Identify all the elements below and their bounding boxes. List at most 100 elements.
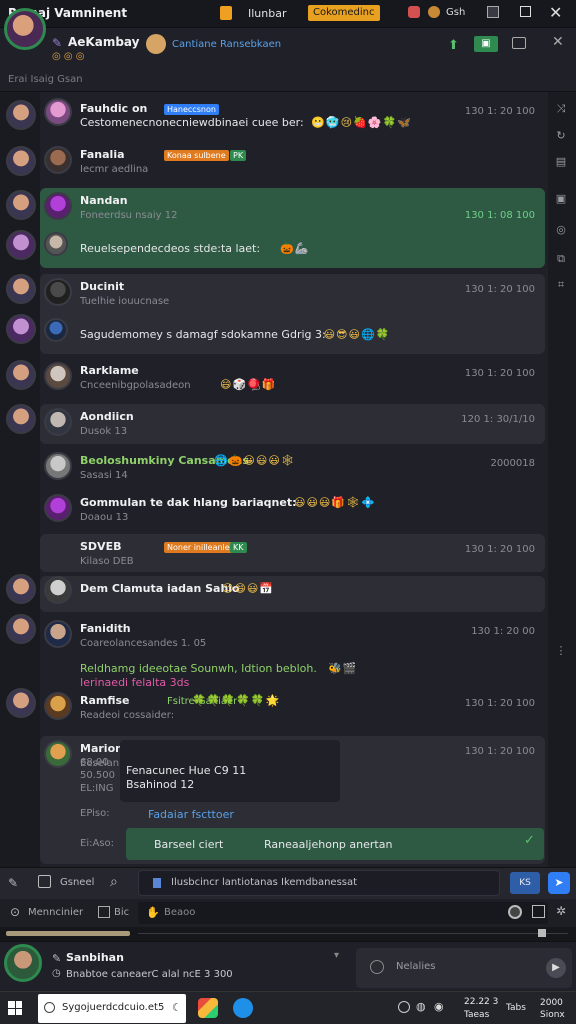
author-name[interactable]: Gommulan te dak hlang bariaqnet: <box>80 496 296 509</box>
author-name[interactable]: Marion <box>80 742 123 755</box>
emoji-reactions[interactable]: 🍀🍀🍀🍀🍀🌟 <box>192 694 280 707</box>
tray-label-2[interactable]: 2000 Sionx <box>540 997 574 1021</box>
emoji-reactions[interactable]: 🐝🎬 <box>328 662 357 675</box>
emoji-reactions[interactable]: 😃😃😃🎁🕸💠 <box>294 496 376 509</box>
author-avatar[interactable] <box>44 452 72 480</box>
author-avatar[interactable] <box>44 192 72 220</box>
more-icon[interactable]: ⋮ <box>554 644 568 658</box>
composer-left-label[interactable]: Gsneel <box>60 877 94 888</box>
call-icon[interactable]: ▣ <box>474 36 498 52</box>
emoji-reactions[interactable]: 😊😄😃📅 <box>222 582 274 595</box>
subbar-search[interactable]: ✋ Beaoo <box>138 902 548 924</box>
rail-avatar[interactable] <box>6 274 36 304</box>
rail-avatar[interactable] <box>6 614 36 644</box>
record-icon[interactable] <box>508 905 522 919</box>
author-avatar[interactable] <box>44 362 72 390</box>
reply-text[interactable]: Raneaaljehonp anertan <box>264 838 392 851</box>
shuffle-icon[interactable]: ⤨ <box>554 102 568 116</box>
emoji-reactions[interactable]: 🌐🎃😀😃😃🕸 <box>214 454 296 467</box>
rail-avatar[interactable] <box>6 314 36 344</box>
tray-speaker-icon[interactable]: ◉ <box>434 1000 444 1013</box>
send-button[interactable]: ➤ <box>548 872 570 894</box>
voice-go-button[interactable]: ▶ <box>546 958 566 978</box>
author-avatar[interactable] <box>44 740 72 768</box>
author-name[interactable]: Nandan <box>80 194 128 207</box>
refresh-icon[interactable]: ↻ <box>554 129 568 143</box>
reaction-text[interactable]: Fadaiar fscttoer <box>148 808 234 821</box>
rail-avatar[interactable] <box>6 146 36 176</box>
message-input[interactable]: Ilusbcincr lantiotanas Ikemdbanessat <box>138 870 500 896</box>
rail-avatar[interactable] <box>6 190 36 220</box>
rail-avatar[interactable] <box>6 574 36 604</box>
author-avatar[interactable] <box>44 98 72 126</box>
author-avatar[interactable] <box>44 232 68 256</box>
close-icon[interactable]: ✕ <box>549 3 562 22</box>
tray-globe-icon[interactable] <box>398 1001 410 1013</box>
chat-icon[interactable]: ▣ <box>554 192 568 206</box>
author-avatar[interactable] <box>44 318 68 342</box>
user-chevron-icon[interactable]: ▾ <box>334 950 339 961</box>
layers-icon[interactable]: ⧉ <box>554 252 568 266</box>
attach-icon[interactable] <box>38 875 51 888</box>
browser-icon[interactable] <box>233 998 253 1018</box>
status-badge[interactable]: Cokomedinc <box>308 5 380 21</box>
title-right-label[interactable]: Gsh <box>446 7 465 18</box>
expand-icon[interactable]: ⌗ <box>554 278 568 292</box>
subbar-mid-label[interactable]: Bic <box>114 907 129 918</box>
windows-start-icon[interactable] <box>8 1001 22 1015</box>
list-icon[interactable] <box>98 906 110 918</box>
members-label[interactable]: Cantiane Ransebkaen <box>172 39 281 50</box>
author-avatar[interactable] <box>44 576 72 604</box>
voice-panel[interactable]: Nelalies ▶ <box>356 948 572 988</box>
user-edit-icon[interactable]: ✎ <box>52 952 61 965</box>
taskbar-search-box[interactable]: Sygojuerdcdcuio.et5 ☾ <box>38 994 186 1023</box>
scrollbar-thumb[interactable] <box>6 931 130 936</box>
app-store-icon[interactable] <box>198 998 218 1018</box>
bell-icon[interactable] <box>408 6 420 18</box>
subbar-left-label[interactable]: Menncinier <box>28 907 83 918</box>
check-icon[interactable]: ✓ <box>524 834 538 848</box>
clock-date[interactable]: Taeas <box>464 1010 489 1020</box>
author-name[interactable]: Fanidith <box>80 622 131 635</box>
window-icon[interactable] <box>512 37 526 49</box>
maximize-icon[interactable] <box>520 6 531 17</box>
scrollbar-end[interactable] <box>538 929 546 937</box>
channel-edit-icon[interactable]: ✎ <box>52 36 62 50</box>
center-label[interactable]: Ilunbar <box>248 7 287 20</box>
author-avatar[interactable] <box>44 494 72 522</box>
emoji-reactions[interactable]: 😃😎😃🌐🍀 <box>324 328 391 341</box>
emoji-reactions[interactable]: 😄🎲🪀🎁 <box>220 378 277 391</box>
minimize-icon[interactable] <box>487 6 499 18</box>
author-name[interactable]: SDVEB <box>80 540 121 553</box>
author-name[interactable]: Aondiicn <box>80 410 134 423</box>
rail-avatar[interactable] <box>6 360 36 390</box>
author-name[interactable]: Fanalia <box>80 148 125 161</box>
author-avatar[interactable] <box>44 692 72 720</box>
search-icon[interactable]: ⌕ <box>110 875 118 889</box>
author-avatar[interactable] <box>44 620 72 648</box>
author-avatar[interactable] <box>44 408 72 436</box>
horizontal-scrollbar[interactable] <box>0 927 576 941</box>
tray-label-1[interactable]: Tabs <box>506 1003 526 1013</box>
settings-icon[interactable]: ⊙ <box>10 905 20 919</box>
tray-wifi-icon[interactable]: ◍ <box>416 1000 426 1013</box>
gear-icon[interactable]: ✲ <box>556 904 566 918</box>
author-name[interactable]: Fauhdic on <box>80 102 147 115</box>
emoji-reactions[interactable]: 😬🥶😢🍓🌸🍀🦋 <box>311 116 412 129</box>
author-name[interactable]: Dem Clamuta iadan Sahio <box>80 582 240 595</box>
user-avatar[interactable] <box>4 944 42 982</box>
author-avatar[interactable] <box>44 146 72 174</box>
emoji-reactions[interactable]: 🎃🦾 <box>280 242 309 255</box>
pen-icon[interactable]: ✎ <box>8 876 18 890</box>
location-icon[interactable]: ◎ <box>554 223 568 237</box>
star-icon[interactable] <box>428 6 440 18</box>
members-avatar[interactable] <box>146 34 166 54</box>
rail-avatar[interactable] <box>6 100 36 130</box>
channel-avatar[interactable] <box>4 8 46 50</box>
reply-author[interactable]: Barseel ciert <box>154 838 223 851</box>
author-name[interactable]: Ramfise <box>80 694 130 707</box>
grid-icon[interactable]: ▤ <box>554 155 568 169</box>
keyboard-button[interactable]: KS <box>510 872 540 894</box>
close-channel-icon[interactable]: ✕ <box>552 34 564 50</box>
author-name[interactable]: Rarklame <box>80 364 139 377</box>
